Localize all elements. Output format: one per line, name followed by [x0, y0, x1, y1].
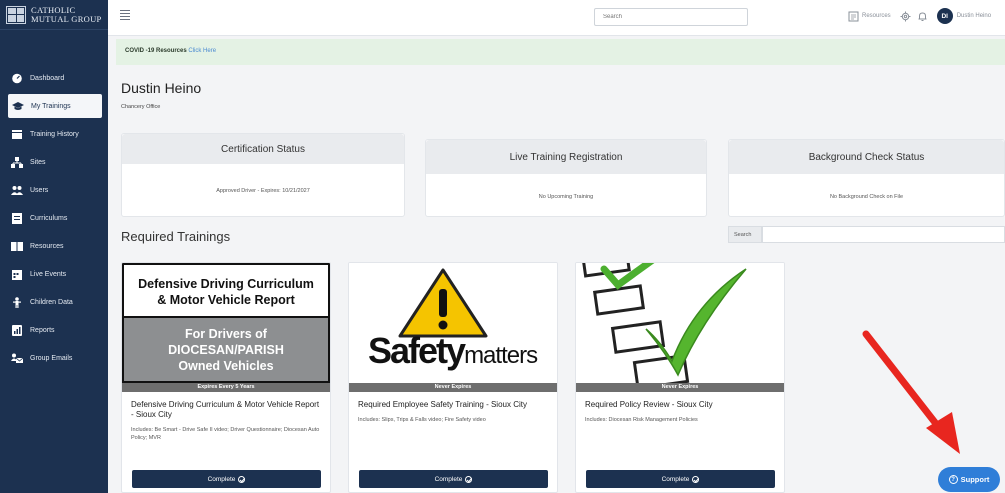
live-training-title: Live Training Registration	[426, 140, 706, 174]
live-training-registration-card: Live Training Registration No Upcoming T…	[425, 139, 707, 217]
covid-banner-link[interactable]: Click Here	[188, 48, 216, 54]
training-description: Includes: Slips, Trips & Falls video; Fi…	[358, 417, 486, 423]
expiry-badge: Never Expires	[576, 383, 784, 392]
certification-status-value: Approved Driver - Expires: 10/21/2027	[216, 188, 310, 194]
top-bar: Resources DI Dustin Heino	[108, 0, 1005, 36]
required-trainings-title: Required Trainings	[121, 229, 231, 244]
complete-button[interactable]: Complete	[359, 470, 548, 488]
trainings-search-label: Search	[728, 226, 762, 243]
sidebar-item-resources[interactable]: Resources	[0, 232, 108, 260]
sidebar-item-label: Reports	[30, 326, 55, 334]
sidebar-nav: Dashboard My Trainings Training History …	[0, 64, 108, 372]
checklist-image	[576, 263, 784, 383]
defensive-driving-image: Defensive Driving Curriculum & Motor Veh…	[122, 263, 330, 383]
covid-banner: COVID -19 Resources Click Here	[116, 39, 1005, 65]
sidebar-item-label: Live Events	[30, 270, 67, 278]
image-subheading-line: For Drivers of	[185, 326, 267, 341]
sidebar-item-users[interactable]: Users	[0, 176, 108, 204]
image-subheading-line: Owned Vehicles	[178, 358, 274, 373]
background-check-title: Background Check Status	[729, 140, 1004, 174]
sitemap-icon	[11, 156, 23, 168]
question-circle-icon: ?	[948, 475, 958, 484]
support-button[interactable]: ? Support	[938, 467, 1000, 492]
resources-icon[interactable]	[848, 11, 859, 22]
resources-link[interactable]: Resources	[862, 13, 891, 19]
training-title[interactable]: Required Policy Review - Sioux City	[576, 392, 784, 410]
sidebar-item-live-events[interactable]: Live Events	[0, 260, 108, 288]
background-check-status-card: Background Check Status No Background Ch…	[728, 139, 1005, 217]
red-arrow-icon	[862, 330, 960, 454]
brand-line-2: MUTUAL GROUP	[31, 13, 102, 24]
sidebar-item-label: My Trainings	[31, 102, 71, 110]
sidebar-item-dashboard[interactable]: Dashboard	[0, 64, 108, 92]
sidebar-item-reports[interactable]: Reports	[0, 316, 108, 344]
sidebar-item-label: Children Data	[30, 298, 73, 306]
group-email-icon	[11, 353, 23, 364]
sidebar-item-group-emails[interactable]: Group Emails	[0, 344, 108, 372]
image-subheading-line: DIOCESAN/PARISH	[168, 342, 284, 357]
sidebar-item-label: Users	[30, 186, 49, 194]
calendar-icon	[11, 269, 23, 280]
users-icon	[11, 185, 23, 196]
training-description: Includes: Be Smart - Drive Safe II video…	[131, 427, 320, 441]
sidebar-item-label: Training History	[30, 130, 79, 138]
child-icon	[11, 296, 23, 308]
background-check-value: No Background Check on File	[829, 194, 904, 200]
folder-icon	[11, 129, 23, 140]
certification-status-card: Certification Status Approved Driver - E…	[121, 133, 405, 217]
settings-icon[interactable]	[900, 11, 911, 22]
global-search-input[interactable]	[594, 8, 748, 26]
training-title[interactable]: Defensive Driving Curriculum & Motor Veh…	[122, 392, 330, 420]
expiry-badge: Never Expires	[349, 383, 557, 392]
safety-word: Safety	[368, 330, 466, 371]
complete-button[interactable]: Complete	[586, 470, 775, 488]
sidebar-item-label: Dashboard	[30, 74, 65, 82]
user-menu-label[interactable]: Dustin Heino	[957, 13, 991, 19]
brand-logo-icon	[6, 5, 26, 24]
trainings-search-input[interactable]	[762, 226, 1005, 243]
training-card-employee-safety: Safetymatters Never Expires Required Emp…	[348, 262, 558, 493]
covid-banner-text: COVID -19 Resources	[125, 48, 187, 54]
top-right-actions: Resources DI Dustin Heino	[848, 8, 991, 24]
complete-button[interactable]: Complete	[132, 470, 321, 488]
sidebar: CATHOLIC MUTUAL GROUP Dashboard My Train…	[0, 0, 108, 493]
image-heading-line: & Motor Vehicle Report	[157, 292, 295, 307]
user-office: Chancery Office	[121, 104, 161, 110]
expiry-badge: Expires Every 5 Years	[122, 383, 330, 392]
matters-word: matters	[464, 342, 538, 369]
bell-icon[interactable]	[917, 11, 928, 22]
image-heading-line: Defensive Driving Curriculum	[138, 276, 314, 291]
warning-sign-icon	[398, 268, 488, 338]
dashboard-icon	[11, 73, 23, 84]
check-circle-icon	[238, 475, 246, 483]
report-icon	[11, 324, 23, 336]
sidebar-item-label: Resources	[30, 242, 64, 250]
graduation-cap-icon	[12, 101, 24, 112]
sidebar-item-curriculums[interactable]: Curriculums	[0, 204, 108, 232]
training-title[interactable]: Required Employee Safety Training - Siou…	[349, 392, 557, 410]
training-card-policy-review: Never Expires Required Policy Review - S…	[575, 262, 785, 493]
sidebar-item-label: Sites	[30, 158, 46, 166]
sidebar-item-sites[interactable]: Sites	[0, 148, 108, 176]
safety-matters-image: Safetymatters	[349, 263, 557, 383]
hamburger-menu-icon[interactable]	[120, 10, 130, 20]
check-circle-icon	[465, 475, 473, 483]
page-title: Dustin Heino	[121, 80, 202, 96]
sidebar-item-label: Group Emails	[30, 354, 73, 362]
sidebar-item-label: Curriculums	[30, 214, 68, 222]
check-circle-icon	[692, 475, 700, 483]
sidebar-item-children-data[interactable]: Children Data	[0, 288, 108, 316]
sidebar-item-training-history[interactable]: Training History	[0, 120, 108, 148]
training-card-defensive-driving: Defensive Driving Curriculum & Motor Veh…	[121, 262, 331, 493]
checklist-icon	[581, 263, 747, 383]
sidebar-item-my-trainings[interactable]: My Trainings	[8, 94, 102, 118]
book-icon	[11, 241, 23, 252]
training-description: Includes: Diocesan Risk Management Polic…	[585, 417, 698, 423]
document-icon	[11, 212, 23, 224]
avatar[interactable]: DI	[936, 8, 953, 24]
brand-logo[interactable]: CATHOLIC MUTUAL GROUP	[0, 0, 108, 30]
live-training-value: No Upcoming Training	[538, 194, 594, 200]
certification-status-title: Certification Status	[122, 134, 404, 164]
